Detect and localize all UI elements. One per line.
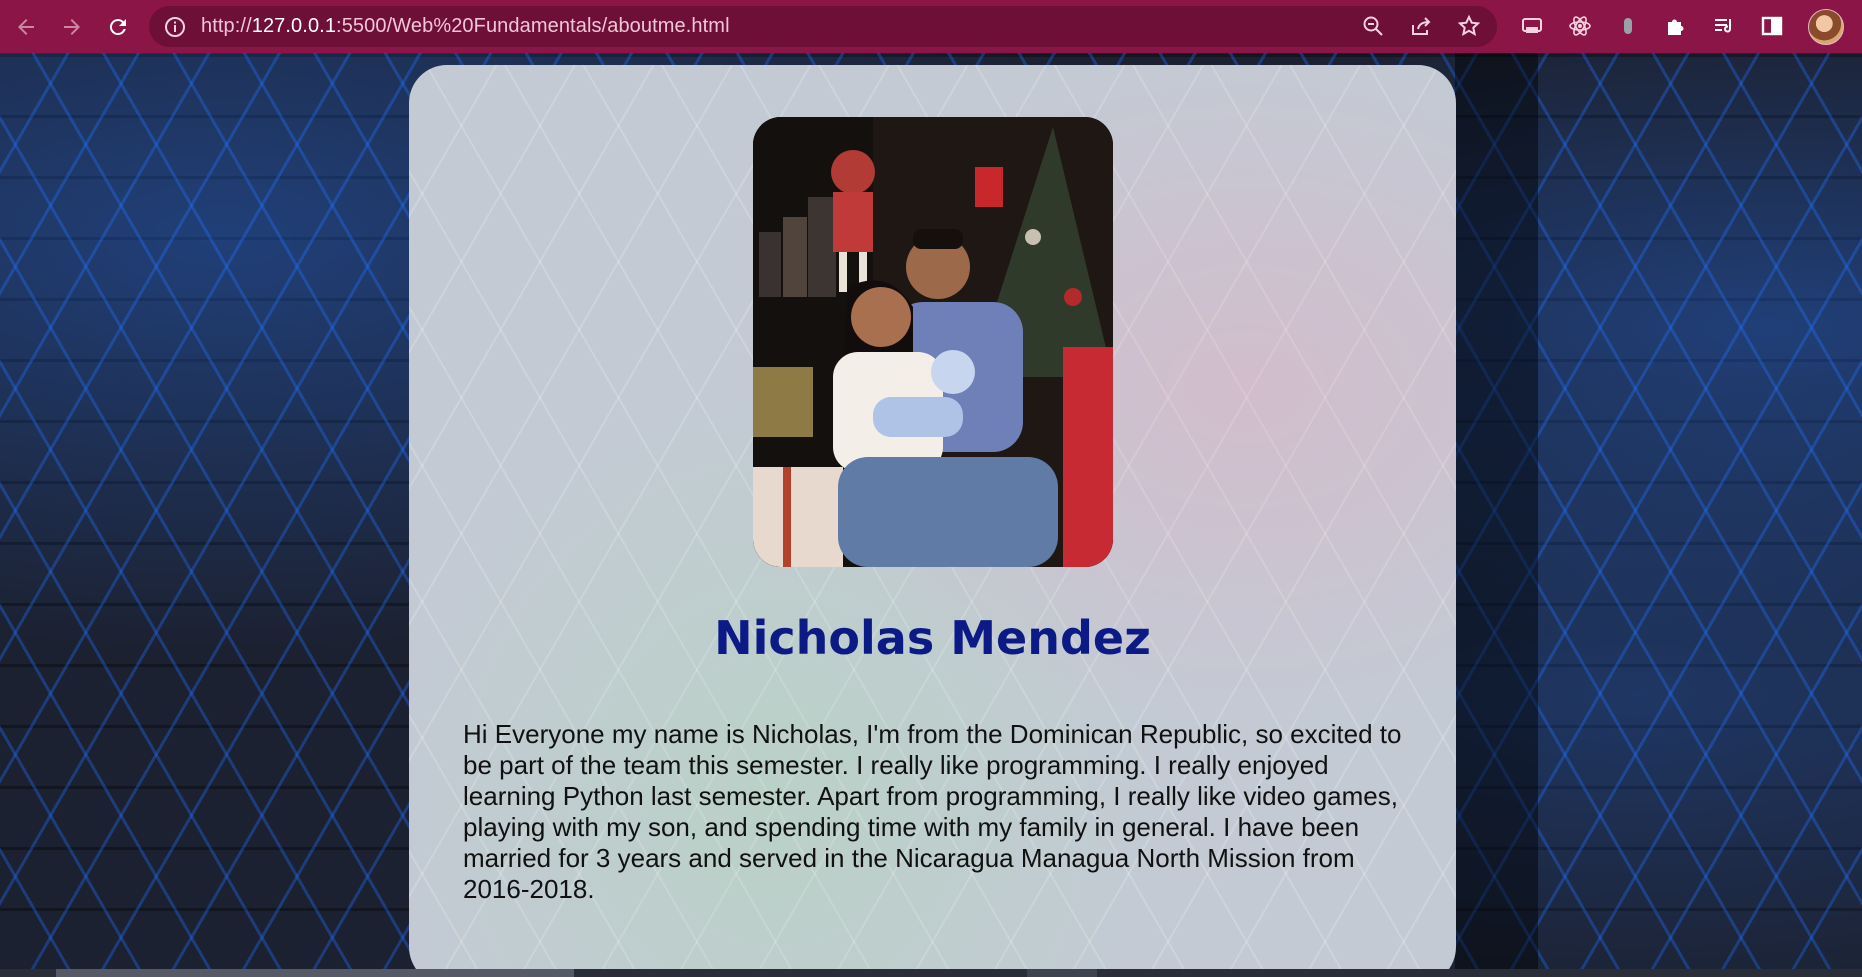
info-icon[interactable] <box>163 15 187 39</box>
media-queue-icon[interactable] <box>1712 14 1736 38</box>
about-card: Nicholas Mendez Hi Everyone my name is N… <box>409 65 1456 969</box>
arrow-right-icon <box>64 18 80 35</box>
browser-toolbar: http://127.0.0.1:5500/Web%20Fundamentals… <box>0 0 1862 53</box>
family-photo <box>753 117 1113 567</box>
avatar[interactable] <box>1808 9 1844 45</box>
back-button[interactable] <box>6 7 46 47</box>
page-title: Nicholas Mendez <box>714 611 1151 665</box>
puzzle-icon[interactable] <box>1664 14 1688 38</box>
url-host: 127.0.0.1 <box>251 15 337 37</box>
reload-button[interactable] <box>98 7 138 47</box>
reload-icon <box>109 18 126 35</box>
extensions-area <box>1520 14 1784 38</box>
url-path: :5500/Web%20Fundamentals/aboutme.html <box>336 15 730 37</box>
arrow-left-icon <box>18 18 34 35</box>
scrollbar-thumb[interactable] <box>56 969 574 977</box>
zoom-icon[interactable] <box>1361 14 1385 38</box>
background-shadow <box>1455 53 1538 969</box>
bio-paragraph: Hi Everyone my name is Nicholas, I'm fro… <box>463 719 1402 904</box>
page-viewport: Nicholas Mendez Hi Everyone my name is N… <box>0 53 1862 969</box>
url-prefix: http:// <box>201 15 252 37</box>
scrollbar-track-mark <box>1027 969 1097 977</box>
url-text[interactable]: http://127.0.0.1:5500/Web%20Fundamentals… <box>201 15 730 38</box>
share-icon[interactable] <box>1409 14 1433 38</box>
address-bar[interactable]: http://127.0.0.1:5500/Web%20Fundamentals… <box>149 6 1497 47</box>
react-devtools-icon[interactable] <box>1568 14 1592 38</box>
extension-icon[interactable] <box>1616 14 1640 38</box>
cast-icon[interactable] <box>1520 14 1544 38</box>
star-icon[interactable] <box>1457 14 1481 38</box>
forward-button[interactable] <box>52 7 92 47</box>
side-panel-icon[interactable] <box>1760 14 1784 38</box>
horizontal-scrollbar[interactable] <box>0 969 1862 977</box>
family-photo-illustration <box>753 117 1113 567</box>
omnibox-actions <box>1361 14 1481 38</box>
